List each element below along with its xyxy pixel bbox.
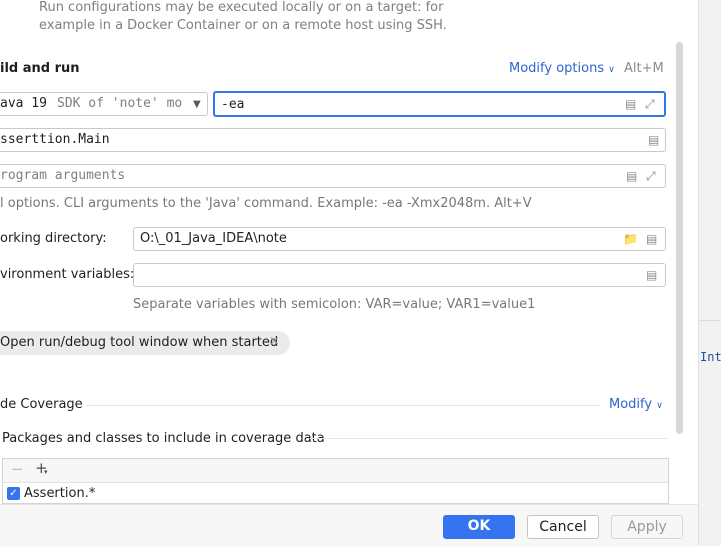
main-class-input[interactable]: sserttion.Main ▤ (0, 128, 666, 152)
list-icon[interactable]: ▤ (626, 169, 637, 183)
modify-options-shortcut: Alt+M (624, 61, 664, 76)
working-directory-input[interactable]: O:\_01_Java_IDEA\note 📁 ▤ (133, 227, 666, 251)
chevron-down-icon: ∨ (656, 401, 663, 411)
list-icon[interactable]: ▤ (646, 232, 657, 246)
coverage-modify-link[interactable]: Modify ∨ (609, 397, 663, 412)
jdk-hint: SDK of 'note' mo (57, 96, 183, 111)
ok-button[interactable]: OK (443, 515, 515, 539)
coverage-toolbar: − + ▾ (3, 459, 668, 483)
apply-button[interactable]: Apply (611, 515, 683, 539)
dropdown-arrow-icon: ▼ (193, 99, 201, 110)
coverage-separator (86, 405, 601, 406)
vm-options-input[interactable]: -ea ▤ ⤢ (213, 91, 666, 117)
checkbox-icon[interactable]: ✓ (7, 487, 20, 500)
option-chip-label: Open run/debug tool window when started (0, 335, 279, 350)
coverage-list: − + ▾ ✓ Assertion.* (2, 458, 669, 504)
program-arguments-input[interactable]: rogram arguments ▤ ⤢ (0, 164, 666, 188)
close-icon[interactable]: × (269, 334, 280, 349)
list-icon[interactable]: ▤ (648, 133, 659, 147)
remove-icon[interactable]: − (11, 460, 24, 478)
chevron-down-icon: ∨ (608, 65, 615, 75)
editor-divider (699, 320, 721, 321)
program-arguments-placeholder: rogram arguments (0, 168, 126, 183)
vm-options-hint: l options. CLI arguments to the 'Java' c… (0, 196, 532, 211)
list-icon[interactable]: ▤ (625, 97, 636, 111)
modify-options-label: Modify options (509, 61, 605, 76)
add-dropdown-icon: ▾ (44, 468, 48, 476)
environment-variables-label: vironment variables: (0, 267, 135, 282)
environment-variables-input[interactable]: ▤ (133, 263, 666, 287)
background-editor: Int (698, 0, 721, 546)
modify-options-link[interactable]: Modify options ∨ (509, 61, 615, 76)
cancel-button[interactable]: Cancel (527, 515, 599, 539)
coverage-item-label: Assertion.* (24, 486, 96, 501)
expand-icon[interactable]: ⤢ (645, 97, 655, 111)
list-item[interactable]: ✓ Assertion.* (3, 483, 668, 503)
list-icon[interactable]: ▤ (646, 268, 657, 282)
coverage-packages-label: Packages and classes to include in cover… (2, 431, 325, 446)
environment-variables-hint: Separate variables with semicolon: VAR=v… (133, 297, 536, 312)
build-run-title: ild and run (0, 61, 80, 76)
jdk-value: ava 19 (0, 96, 47, 111)
option-chip[interactable]: Open run/debug tool window when started … (0, 331, 290, 355)
description-line-1: Run configurations may be executed local… (39, 0, 444, 15)
expand-icon[interactable]: ⤢ (646, 169, 656, 183)
main-class-value: sserttion.Main (0, 132, 110, 147)
vertical-scrollbar[interactable] (676, 42, 683, 434)
folder-icon[interactable]: 📁 (623, 232, 638, 246)
vm-options-value: -ea (221, 97, 245, 112)
jdk-select[interactable]: ava 19 SDK of 'note' mo ▼ (0, 92, 208, 116)
coverage-modify-label: Modify (609, 397, 653, 412)
background-editor-text: Int (700, 350, 721, 364)
packages-separator (310, 438, 668, 439)
coverage-title: de Coverage (0, 397, 83, 412)
description-line-2: example in a Docker Container or on a re… (39, 18, 447, 33)
working-directory-label: orking directory: (0, 231, 107, 246)
working-directory-value: O:\_01_Java_IDEA\note (140, 231, 287, 246)
